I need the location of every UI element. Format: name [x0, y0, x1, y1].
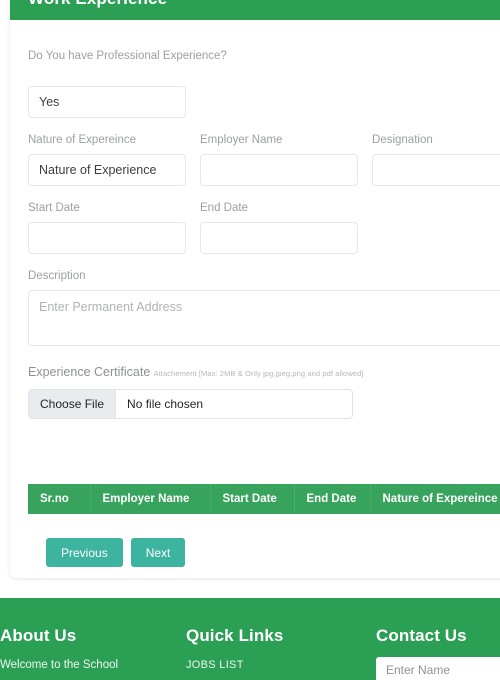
experience-certificate-file-input[interactable]: Choose File No file chosen — [28, 389, 353, 419]
table-header-start-date: Start Date — [210, 484, 295, 514]
work-experience-card: Work Experience Do You have Professional… — [10, 0, 500, 578]
table-header-nature: Nature of Expereince — [370, 484, 500, 514]
field-professional-experience: Do You have Professional Experience? — [28, 48, 500, 118]
file-status-text: No file chosen — [127, 397, 204, 411]
description-label: Description — [28, 270, 86, 282]
previous-button[interactable]: Previous — [46, 538, 123, 567]
card-header: Work Experience — [10, 0, 500, 20]
professional-experience-label: Do You have Professional Experience? — [28, 50, 227, 62]
experience-certificate-hint: Attachement [Max: 2MB & Only jpg,jpeg,pn… — [153, 369, 364, 378]
card-body: Do You have Professional Experience? Nat… — [10, 20, 500, 567]
nature-of-experience-input[interactable] — [28, 154, 186, 186]
footer-about-text: Welcome to the School — [0, 659, 119, 671]
contact-name-input[interactable] — [376, 657, 500, 680]
table-header-employer: Employer Name — [90, 484, 211, 514]
experience-certificate-title: Experience Certificate — [28, 365, 151, 379]
employer-name-label: Employer Name — [200, 134, 283, 146]
footer-contact-column: Contact Us — [376, 626, 500, 680]
start-date-input[interactable] — [28, 222, 186, 254]
footer-columns: About Us Welcome to the School Quick Lin… — [0, 598, 500, 680]
nature-of-experience-label: Nature of Expereince — [28, 134, 137, 146]
field-start-date: Start Date — [28, 200, 186, 254]
row-experience-details: Nature of Expereince Employer Name Desig… — [28, 132, 500, 186]
field-experience-certificate: Experience Certificate Attachement [Max:… — [28, 365, 500, 419]
footer-quick-links-column: Quick Links JOBS LIST — [186, 626, 376, 680]
designation-input[interactable] — [372, 154, 500, 186]
experience-table-head: Sr.no Employer Name Start Date End Date … — [28, 484, 500, 514]
field-nature-of-experience: Nature of Expereince — [28, 132, 186, 186]
work-experience-page: Work Experience Do You have Professional… — [0, 0, 500, 680]
table-header-srno: Sr.no — [28, 484, 91, 514]
employer-name-input[interactable] — [200, 154, 358, 186]
page-title: Work Experience — [28, 0, 167, 9]
footer-about-title: About Us — [0, 626, 77, 645]
experience-table: Sr.no Employer Name Start Date End Date … — [28, 484, 500, 514]
field-end-date: End Date — [200, 200, 358, 254]
footer-quick-links-title: Quick Links — [186, 626, 284, 645]
row-dates: Start Date End Date — [28, 200, 500, 254]
end-date-input[interactable] — [200, 222, 358, 254]
end-date-label: End Date — [200, 202, 248, 214]
footer-about-column: About Us Welcome to the School — [0, 626, 186, 680]
description-textarea[interactable] — [28, 290, 500, 346]
experience-certificate-label: Experience Certificate Attachement [Max:… — [28, 365, 500, 381]
professional-experience-select[interactable] — [28, 86, 186, 118]
footer-contact-title: Contact Us — [376, 626, 467, 645]
field-description: Description — [28, 268, 500, 351]
experience-table-wrapper: Sr.no Employer Name Start Date End Date … — [28, 484, 500, 514]
dates-spacer — [372, 200, 500, 254]
next-button[interactable]: Next — [130, 538, 186, 567]
field-employer-name: Employer Name — [200, 132, 358, 186]
footer-link-jobs-list[interactable]: JOBS LIST — [186, 657, 376, 673]
start-date-label: Start Date — [28, 202, 80, 214]
table-header-row: Sr.no Employer Name Start Date End Date … — [28, 484, 500, 514]
table-header-end-date: End Date — [294, 484, 371, 514]
field-designation: Designation — [372, 132, 500, 186]
navigation-buttons: Previous Next — [28, 514, 500, 567]
site-footer: About Us Welcome to the School Quick Lin… — [0, 598, 500, 680]
add-button-row: Add — [28, 441, 500, 472]
designation-label: Designation — [372, 134, 433, 146]
choose-file-button[interactable]: Choose File — [29, 390, 117, 418]
